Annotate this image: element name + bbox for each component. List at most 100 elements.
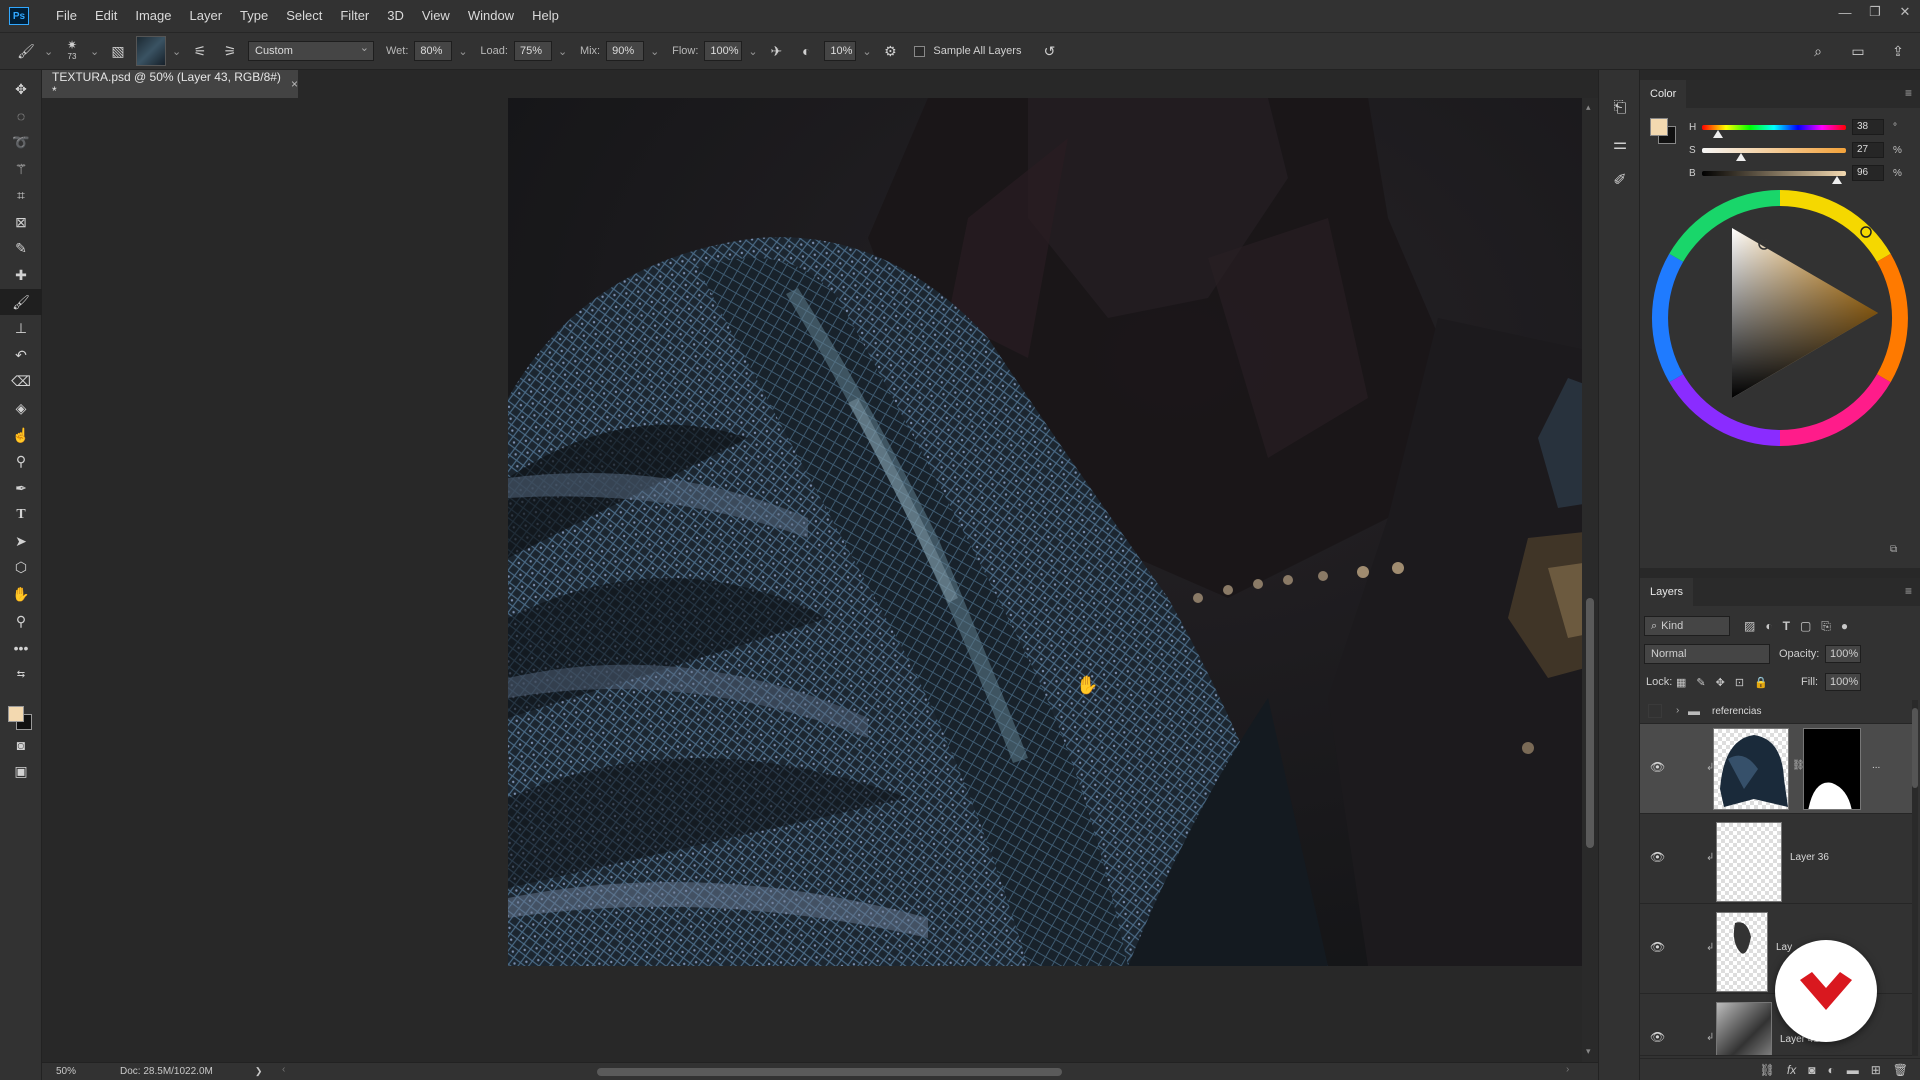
brightness-slider-thumb[interactable]	[1832, 176, 1842, 184]
lock-position-icon[interactable]: ✥	[1716, 676, 1725, 689]
airbrush-icon[interactable]: ✈	[764, 39, 788, 63]
document-close-icon[interactable]: ×	[291, 77, 298, 91]
layers-scroll-thumb[interactable]	[1912, 708, 1918, 788]
brush-caret[interactable]: ⌄	[90, 45, 100, 58]
history-panel-icon[interactable]: ⎗	[1599, 90, 1641, 126]
canvas-area[interactable]: ✋	[42, 98, 1622, 1062]
lasso-tool-icon[interactable]: ➰	[0, 129, 42, 156]
document-tab[interactable]: TEXTURA.psd @ 50% (Layer 43, RGB/8#) * ×	[42, 70, 298, 98]
mix-field[interactable]: 90%	[606, 41, 645, 61]
quick-mask-icon[interactable]: ◙	[0, 732, 42, 759]
default-colors-icon[interactable]: ⇆	[0, 661, 42, 688]
preset-dropdown[interactable]: Custom	[248, 41, 374, 61]
menu-help[interactable]: Help	[523, 0, 568, 32]
load-caret[interactable]: ⌄	[558, 45, 568, 58]
more-tools-icon[interactable]: •••	[0, 634, 42, 661]
path-selection-tool-icon[interactable]: ➤	[0, 528, 42, 555]
filter-adjustment-icon[interactable]: ◐	[1765, 619, 1772, 634]
menu-3d[interactable]: 3D	[378, 0, 413, 32]
scroll-down-icon[interactable]: ▾	[1586, 1046, 1591, 1057]
load-brush-icon[interactable]: ⚟	[188, 39, 212, 63]
filter-type-icon[interactable]: T	[1783, 619, 1790, 634]
smoothing-icon[interactable]: ◐	[794, 39, 818, 63]
add-mask-icon[interactable]: ◙	[1808, 1063, 1815, 1077]
chevron-right-icon[interactable]: ›	[1676, 705, 1679, 716]
smoothing-field[interactable]: 10%	[824, 41, 857, 61]
eyedropper-tool-icon[interactable]: ✎	[0, 236, 42, 263]
crop-tool-icon[interactable]: ⌗	[0, 182, 42, 209]
brush-settings-icon[interactable]: ▧	[106, 39, 130, 63]
eye-icon[interactable]: 👁	[1650, 850, 1665, 864]
trash-icon[interactable]: 🗑	[1893, 1063, 1908, 1077]
foreground-swatch[interactable]	[1650, 118, 1668, 136]
fx-icon[interactable]: fx	[1787, 1063, 1796, 1077]
load-field[interactable]: 75%	[513, 41, 552, 61]
stamp-tool-icon[interactable]: ⊥	[0, 315, 42, 342]
layer-mask-thumbnail[interactable]	[1803, 728, 1861, 810]
zoom-tool-icon[interactable]: ⚲	[0, 608, 42, 635]
pen-tool-icon[interactable]: ✒	[0, 475, 42, 502]
layers-panel-menu-icon[interactable]: ≡	[1905, 584, 1912, 598]
brush-settings-panel-icon[interactable]: ✐	[1599, 162, 1641, 198]
hue-slider-thumb[interactable]	[1713, 130, 1723, 138]
load-swatch[interactable]	[136, 36, 166, 66]
mixer-brush-icon[interactable]: 🖌	[14, 39, 38, 63]
clean-brush-icon[interactable]: ⚞	[218, 39, 242, 63]
menu-select[interactable]: Select	[277, 0, 331, 32]
smoothing-caret[interactable]: ⌄	[862, 45, 872, 58]
menu-view[interactable]: View	[413, 0, 459, 32]
layer-row-active[interactable]: 👁 ↲ ⛓ ...	[1640, 724, 1912, 814]
new-layer-icon[interactable]: ⊞	[1871, 1063, 1881, 1077]
zoom-level[interactable]: 50%	[56, 1066, 76, 1077]
new-group-icon[interactable]: ▬	[1847, 1063, 1859, 1077]
flow-field[interactable]: 100%	[704, 41, 743, 61]
artwork-canvas[interactable]: ✋	[508, 98, 1622, 966]
menu-filter[interactable]: Filter	[331, 0, 378, 32]
brightness-field[interactable]: 96	[1852, 165, 1884, 181]
lock-pixels-icon[interactable]: ✎	[1696, 676, 1705, 689]
screen-mode-icon[interactable]: ▣	[0, 758, 42, 785]
close-icon[interactable]: ✕	[1890, 0, 1920, 24]
menu-edit[interactable]: Edit	[86, 0, 126, 32]
filter-smart-object-icon[interactable]: ⎘	[1821, 619, 1831, 634]
load-swatch-caret[interactable]: ⌄	[172, 45, 182, 58]
adjustment-layer-icon[interactable]: ◐	[1827, 1063, 1834, 1077]
filter-toggle-icon[interactable]: ●	[1841, 619, 1848, 634]
sample-all-layers-checkbox[interactable]	[914, 45, 926, 57]
saturation-slider[interactable]	[1702, 147, 1846, 153]
minimize-icon[interactable]: —	[1830, 0, 1860, 24]
layer-thumbnail[interactable]	[1716, 1002, 1772, 1055]
paint-bucket-tool-icon[interactable]: ◈	[0, 395, 42, 422]
horizontal-scroll-thumb[interactable]	[597, 1068, 1062, 1076]
hue-field[interactable]: 38	[1852, 119, 1884, 135]
brush-size-icon[interactable]: ✷ 73	[60, 39, 84, 63]
panel-expand-icon[interactable]: ⧉	[1890, 544, 1897, 555]
menu-type[interactable]: Type	[231, 0, 277, 32]
color-wheel[interactable]	[1650, 188, 1910, 448]
layer-group-referencias[interactable]: › ▬ referencias	[1640, 700, 1912, 724]
opacity-field[interactable]: 100%	[1825, 645, 1861, 663]
search-icon[interactable]: ⌕	[1806, 39, 1830, 63]
layer-row-36[interactable]: 👁 ↲ Layer 36	[1640, 814, 1912, 904]
wet-caret[interactable]: ⌄	[458, 45, 468, 58]
hand-tool-icon[interactable]: ✋	[0, 581, 42, 608]
tool-preset-caret[interactable]: ⌄	[44, 45, 54, 58]
history-brush-tool-icon[interactable]: ↶	[0, 342, 42, 369]
share-icon[interactable]: ⇪	[1886, 39, 1910, 63]
workspace-icon[interactable]: ▭	[1846, 39, 1870, 63]
eye-icon[interactable]: 👁	[1650, 1030, 1665, 1044]
menu-image[interactable]: Image	[126, 0, 180, 32]
gear-icon[interactable]: ⚙	[878, 39, 902, 63]
eye-icon[interactable]: 👁	[1650, 940, 1665, 954]
lock-all-icon[interactable]: 🔒	[1754, 676, 1768, 689]
eraser-tool-icon[interactable]: ⌫	[0, 369, 42, 396]
saturation-slider-thumb[interactable]	[1736, 153, 1746, 161]
panel-menu-icon[interactable]: ≡	[1905, 86, 1912, 100]
eye-icon[interactable]: 👁	[1650, 760, 1665, 774]
scroll-left-icon[interactable]: ‹	[282, 1064, 285, 1075]
link-layers-icon[interactable]: ⛓	[1760, 1063, 1775, 1077]
layer-thumbnail[interactable]	[1716, 912, 1768, 992]
layers-scrollbar[interactable]	[1912, 700, 1918, 1056]
restore-icon[interactable]: ❐	[1860, 0, 1890, 24]
marquee-tool-icon[interactable]: ◌	[0, 103, 42, 130]
